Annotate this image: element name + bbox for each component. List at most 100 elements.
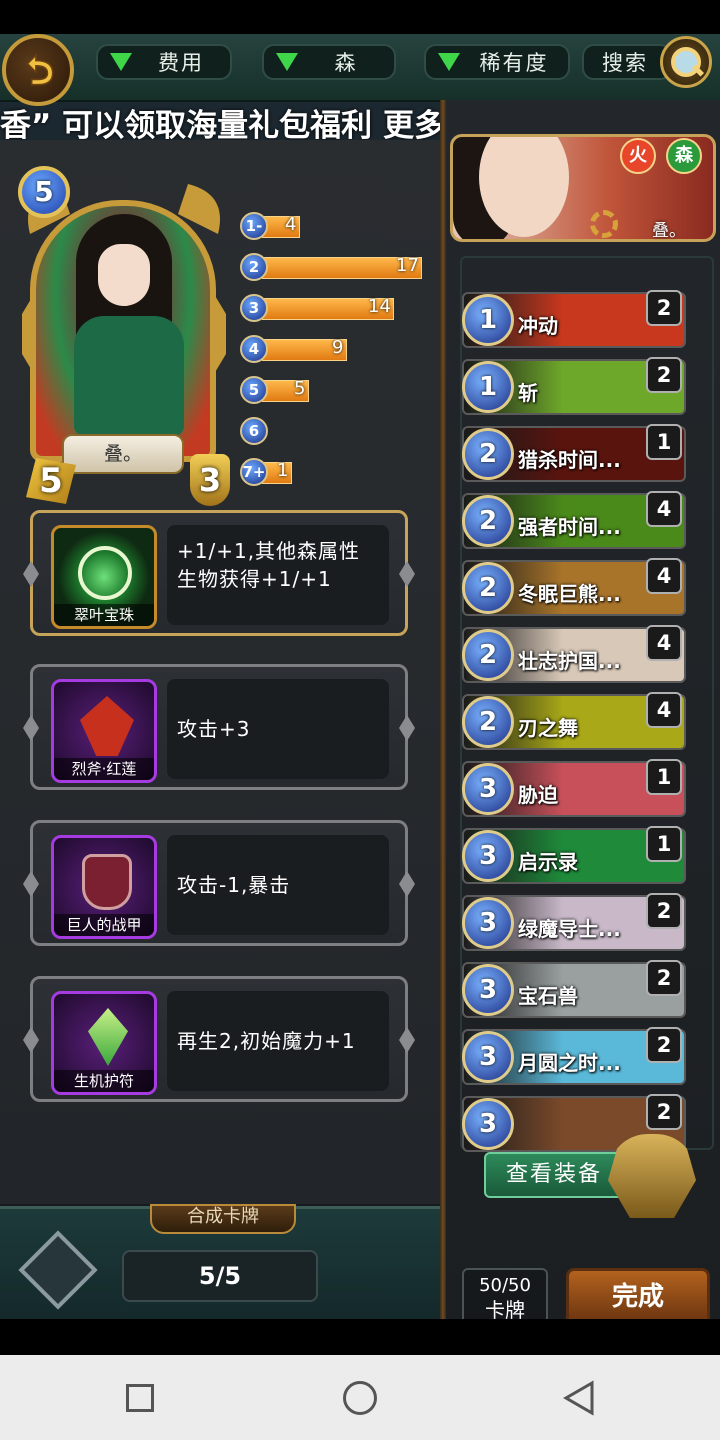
filter-element[interactable]: 森 xyxy=(262,44,396,80)
back-button[interactable] xyxy=(2,34,74,106)
deck-card-cost-gem: 3 xyxy=(462,763,514,815)
deck-card-count-badge: 2 xyxy=(646,960,682,996)
dropdown-triangle-icon xyxy=(438,53,460,71)
done-button[interactable]: 完成 xyxy=(566,1268,710,1319)
equipment-slot-2[interactable]: 烈斧·红莲 攻击+3 xyxy=(23,664,415,790)
deck-card-cost-gem: 1 xyxy=(462,361,514,413)
deck-card-count: 50/50 卡牌 xyxy=(462,1268,548,1319)
equipment-description: +1/+1,其他森属性生物获得+1/+1 xyxy=(167,525,389,625)
curve-cost-gem: 3 xyxy=(240,294,268,322)
game-screen: 费用 森 稀有度 搜索 香” 可以领取海量礼包福利 更多福利资讯 卡 5 叠。 xyxy=(0,34,720,1319)
top-bar: 费用 森 稀有度 搜索 xyxy=(0,34,720,106)
equipment-description: 攻击+3 xyxy=(167,679,389,779)
element-fire-badge: 火 xyxy=(620,138,656,174)
red-axe-icon: 烈斧·红莲 xyxy=(51,679,157,783)
equipment-description: 攻击-1,暴击 xyxy=(167,835,389,935)
curve-count: 4 xyxy=(285,214,297,235)
deck-card-name: 启示录 xyxy=(518,850,578,874)
deck-card-name: 绿魔导士... xyxy=(518,917,621,941)
deck-card-cost-gem: 2 xyxy=(462,562,514,614)
deck-card-count-value: 50/50 xyxy=(479,1275,531,1296)
deck-card-cost-gem: 3 xyxy=(462,830,514,882)
element-forest-badge: 森 xyxy=(666,138,702,174)
deck-card-name: 冬眠巨熊... xyxy=(518,582,621,606)
curve-count: 14 xyxy=(368,296,391,317)
deck-card-count-badge: 4 xyxy=(646,692,682,728)
curve-cost-gem: 2 xyxy=(240,253,268,281)
recents-icon[interactable] xyxy=(126,1384,154,1412)
merge-count: 5/5 xyxy=(122,1250,318,1302)
deck-card-name: 壮志护国... xyxy=(518,649,621,673)
deck-card-name: 强者时间... xyxy=(518,515,621,539)
deck-hero-name: 叠。 xyxy=(652,221,686,241)
dropdown-triangle-icon xyxy=(276,53,298,71)
filter-rarity[interactable]: 稀有度 xyxy=(424,44,570,80)
deck-card-count-badge: 2 xyxy=(646,290,682,326)
deck-card-cost-gem: 2 xyxy=(462,428,514,480)
deck-card-count-badge: 4 xyxy=(646,625,682,661)
armor-icon: 巨人的战甲 xyxy=(51,835,157,939)
curve-cost-gem: 5 xyxy=(240,376,268,404)
deck-card-cost-gem: 2 xyxy=(462,696,514,748)
equipment-name: 生机护符 xyxy=(54,1070,154,1092)
filter-rarity-label: 稀有度 xyxy=(479,51,549,75)
deck-card-name: 冲动 xyxy=(518,314,558,338)
back-triangle-icon[interactable] xyxy=(562,1380,596,1416)
deck-card-cost-gem: 3 xyxy=(462,1098,514,1150)
curve-cost-gem: 6 xyxy=(240,417,268,445)
filter-cost-label: 费用 xyxy=(158,51,204,75)
deck-card-cost-gem: 3 xyxy=(462,964,514,1016)
hero-name: 叠。 xyxy=(62,434,184,474)
equipment-name: 巨人的战甲 xyxy=(54,914,154,936)
deck-card-count-badge: 2 xyxy=(646,1027,682,1063)
status-bar xyxy=(0,0,720,34)
gear-icon[interactable] xyxy=(590,210,618,238)
deck-card-count-badge: 1 xyxy=(646,759,682,795)
back-arrow-icon xyxy=(26,53,54,86)
equipment-name: 烈斧·红莲 xyxy=(54,758,154,780)
curve-cost-gem: 1- xyxy=(240,212,268,240)
deck-card-cost-gem: 1 xyxy=(462,294,514,346)
deck-card-name: 猎杀时间... xyxy=(518,448,621,472)
equipment-name: 翠叶宝珠 xyxy=(54,604,154,626)
deck-card-count-badge: 1 xyxy=(646,826,682,862)
deck-card-name: 斩 xyxy=(518,381,538,405)
dropdown-triangle-icon xyxy=(110,53,132,71)
deck-card-name: 月圆之时... xyxy=(518,1051,621,1075)
amulet-icon: 生机护符 xyxy=(51,991,157,1095)
deck-card-count-badge: 1 xyxy=(646,424,682,460)
deck-card-count-badge: 2 xyxy=(646,893,682,929)
deck-card-count-badge: 4 xyxy=(646,491,682,527)
filter-element-label: 森 xyxy=(334,51,358,75)
deck-card-count-badge: 4 xyxy=(646,558,682,594)
equipment-description: 再生2,初始魔力+1 xyxy=(167,991,389,1091)
deck-card-count-label: 卡牌 xyxy=(485,1298,525,1319)
deck-card-name: 宝石兽 xyxy=(518,984,578,1008)
equipment-slot-3[interactable]: 巨人的战甲 攻击-1,暴击 xyxy=(23,820,415,946)
equipment-slot-4[interactable]: 生机护符 再生2,初始魔力+1 xyxy=(23,976,415,1102)
curve-count: 9 xyxy=(332,337,344,358)
search-button[interactable]: 搜索 xyxy=(582,44,672,80)
curve-cost-gem: 7+ xyxy=(240,458,268,486)
curve-cost-gem: 4 xyxy=(240,335,268,363)
deck-card-name: 刃之舞 xyxy=(518,716,578,740)
deck-card-cost-gem: 3 xyxy=(462,897,514,949)
equipment-slot-1[interactable]: 翠叶宝珠 +1/+1,其他森属性生物获得+1/+1 xyxy=(23,510,415,636)
deck-card-cost-gem: 3 xyxy=(462,1031,514,1083)
curve-count: 1 xyxy=(277,460,289,481)
deck-card-cost-gem: 2 xyxy=(462,629,514,681)
hero-portrait xyxy=(30,200,216,462)
merge-cards-tab[interactable]: 合成卡牌 xyxy=(150,1204,296,1234)
hero-cost-gem: 5 xyxy=(18,166,70,218)
deck-card-count-badge: 2 xyxy=(646,1094,682,1130)
deck-card-name: 胁迫 xyxy=(518,783,558,807)
deck-card-cost-gem: 2 xyxy=(462,495,514,547)
deck-card-count-badge: 2 xyxy=(646,357,682,393)
hero-health: 3 xyxy=(190,454,230,506)
filter-cost[interactable]: 费用 xyxy=(96,44,232,80)
curve-count: 17 xyxy=(396,255,419,276)
jade-orb-icon: 翠叶宝珠 xyxy=(51,525,157,629)
search-label: 搜索 xyxy=(602,51,648,75)
home-icon[interactable] xyxy=(343,1381,377,1415)
magnifier-icon[interactable] xyxy=(660,36,712,88)
